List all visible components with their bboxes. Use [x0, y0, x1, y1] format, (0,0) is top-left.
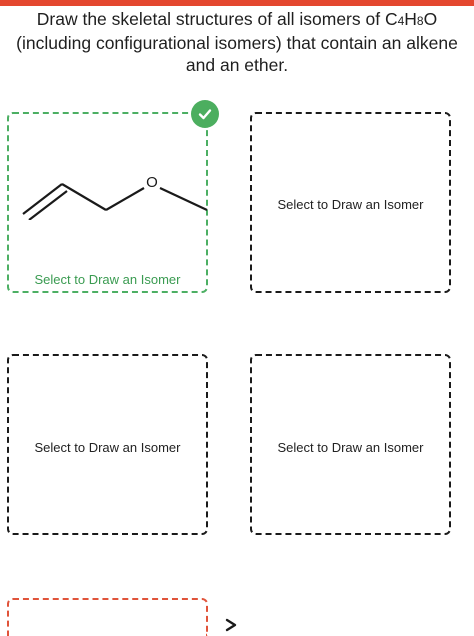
isomer-box-label: Select to Draw an Isomer	[34, 440, 181, 455]
isomer-box-2[interactable]: Select to Draw an Isomer	[250, 112, 451, 293]
isomer-box-label: Select to Draw an Isomer	[277, 440, 424, 455]
oxygen-atom-label: O	[146, 174, 158, 191]
top-accent-bar	[0, 0, 474, 6]
isomer-box-3[interactable]: Select to Draw an Isomer	[7, 354, 208, 535]
question-text: Draw the skeletal structures of all isom…	[16, 9, 458, 75]
isomer-box-label: Select to Draw an Isomer	[277, 197, 424, 212]
chevron-down-icon[interactable]	[222, 614, 242, 634]
isomer-box-5[interactable]	[7, 598, 208, 636]
isomer-box-4[interactable]: Select to Draw an Isomer	[250, 354, 451, 535]
checkmark-icon	[191, 100, 219, 128]
molecule-drawing: O	[22, 174, 208, 220]
isomer-box-label: Select to Draw an Isomer	[34, 272, 181, 287]
